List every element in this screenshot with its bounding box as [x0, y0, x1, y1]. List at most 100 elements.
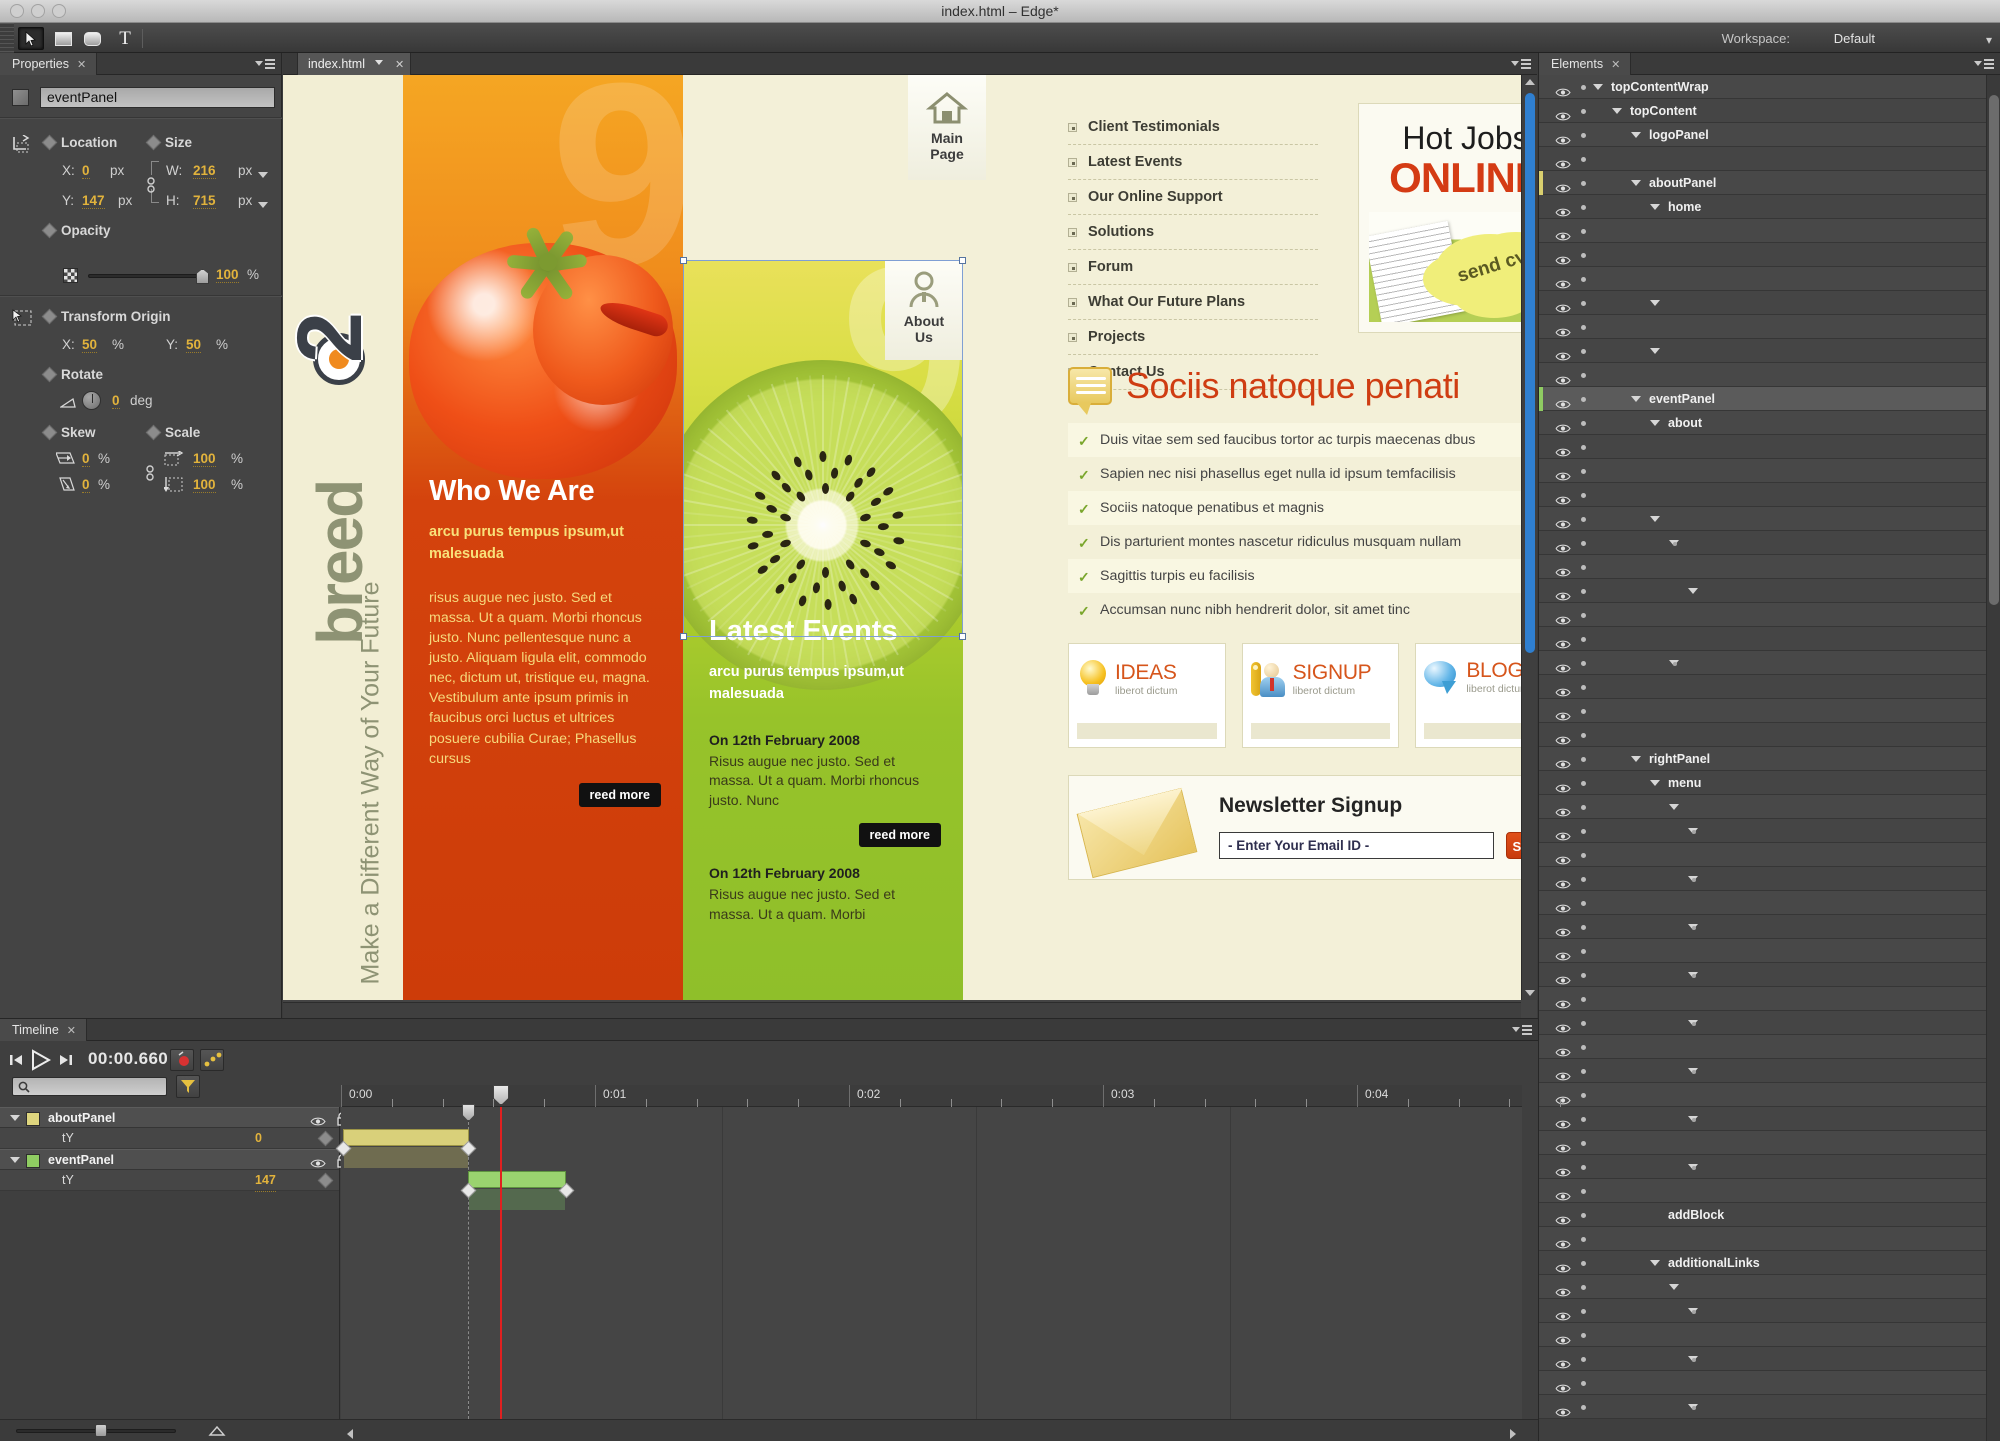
auto-keyframe-button[interactable]: [170, 1049, 194, 1071]
element-row[interactable]: [1539, 1323, 2000, 1347]
element-state-dot[interactable]: [1581, 1405, 1586, 1410]
visibility-eye-icon[interactable]: [1555, 1090, 1571, 1105]
visibility-eye-icon[interactable]: [1555, 658, 1571, 673]
element-state-dot[interactable]: [1581, 325, 1586, 330]
skew-x-value[interactable]: 0: [82, 451, 90, 467]
newsletter-submit-button[interactable]: Submit: [1506, 832, 1521, 859]
visibility-eye-icon[interactable]: [1555, 730, 1571, 745]
opacity-slider-knob[interactable]: [196, 269, 209, 284]
element-row[interactable]: [1539, 1395, 2000, 1419]
visibility-eye-icon[interactable]: [1555, 778, 1571, 793]
element-row-home[interactable]: home: [1539, 195, 2000, 219]
about-us-button[interactable]: About Us: [885, 260, 963, 360]
twirl-arrow-icon[interactable]: [1650, 516, 1660, 522]
rectangle-tool[interactable]: [50, 27, 76, 50]
element-row[interactable]: [1539, 1275, 2000, 1299]
visibility-eye-icon[interactable]: [1555, 418, 1571, 433]
element-row-menu[interactable]: menu: [1539, 771, 2000, 795]
visibility-eye-icon[interactable]: [1555, 922, 1571, 937]
chevron-down-icon[interactable]: [374, 60, 383, 65]
visibility-eye-icon[interactable]: [1555, 514, 1571, 529]
element-state-dot[interactable]: [1581, 853, 1586, 858]
element-row[interactable]: [1539, 891, 2000, 915]
opacity-value[interactable]: 100: [216, 267, 239, 283]
zoom-fit-icon[interactable]: [208, 1425, 226, 1440]
element-state-dot[interactable]: [1581, 1069, 1586, 1074]
twirl-arrow-icon[interactable]: [1631, 132, 1641, 138]
scale-link-icon[interactable]: [145, 463, 156, 485]
visibility-eye-icon[interactable]: [1555, 802, 1571, 817]
nav-menu-item[interactable]: Our Online Support: [1068, 180, 1318, 215]
visibility-eye-icon[interactable]: [1555, 1042, 1571, 1057]
visibility-eye-icon[interactable]: [1555, 490, 1571, 505]
twirl-arrow-icon[interactable]: [1669, 804, 1679, 810]
selection-tool[interactable]: [18, 27, 44, 50]
visibility-eye-icon[interactable]: [1555, 634, 1571, 649]
element-row[interactable]: [1539, 675, 2000, 699]
event-panel[interactable]: 9 About Us Latest Events arcu purus temp…: [683, 260, 963, 1000]
element-row[interactable]: [1539, 1011, 2000, 1035]
nav-menu-link[interactable]: Forum: [1088, 259, 1133, 275]
element-row[interactable]: [1539, 291, 2000, 315]
h-value[interactable]: 715: [193, 193, 216, 209]
w-value[interactable]: 216: [193, 163, 216, 179]
element-state-dot[interactable]: [1581, 1357, 1586, 1362]
visibility-eye-icon[interactable]: [1555, 82, 1571, 97]
newsletter-email-input[interactable]: - Enter Your Email ID -: [1219, 832, 1494, 859]
visibility-eye-icon[interactable]: [1555, 1306, 1571, 1321]
visibility-eye-icon[interactable]: [1555, 1018, 1571, 1033]
location-keyframe-diamond[interactable]: [41, 134, 58, 151]
element-row[interactable]: [1539, 627, 2000, 651]
element-row[interactable]: [1539, 219, 2000, 243]
stage-panel-menu-icon[interactable]: [1511, 57, 1531, 71]
visibility-eye-icon[interactable]: [1555, 850, 1571, 865]
element-state-dot[interactable]: [1581, 589, 1586, 594]
twirl-arrow-icon[interactable]: [10, 1157, 20, 1163]
element-row[interactable]: [1539, 1371, 2000, 1395]
element-row[interactable]: [1539, 1131, 2000, 1155]
visibility-eye-icon[interactable]: [1555, 898, 1571, 913]
twirl-arrow-icon[interactable]: [1612, 108, 1622, 114]
x-value[interactable]: 0: [82, 163, 90, 179]
element-state-dot[interactable]: [1581, 1381, 1586, 1386]
element-state-dot[interactable]: [1581, 1141, 1586, 1146]
promo-box[interactable]: SIGNUP liberot dictum: [1241, 643, 1400, 748]
close-icon[interactable]: ✕: [77, 59, 86, 71]
element-state-dot[interactable]: [1581, 1309, 1586, 1314]
element-state-dot[interactable]: [1581, 1285, 1586, 1290]
size-keyframe-diamond[interactable]: [145, 134, 162, 151]
y-value[interactable]: 147: [82, 193, 105, 209]
element-row[interactable]: [1539, 603, 2000, 627]
element-row[interactable]: [1539, 1035, 2000, 1059]
element-row-aboutPanel[interactable]: aboutPanel: [1539, 171, 2000, 195]
element-row[interactable]: [1539, 1155, 2000, 1179]
playhead[interactable]: [493, 1085, 509, 1419]
element-state-dot[interactable]: [1581, 517, 1586, 522]
element-row[interactable]: [1539, 939, 2000, 963]
visibility-eye-icon[interactable]: [1555, 274, 1571, 289]
element-state-dot[interactable]: [1581, 85, 1586, 90]
element-row[interactable]: [1539, 363, 2000, 387]
element-state-dot[interactable]: [1581, 1045, 1586, 1050]
element-state-dot[interactable]: [1581, 637, 1586, 642]
element-state-dot[interactable]: [1581, 685, 1586, 690]
element-row[interactable]: [1539, 651, 2000, 675]
workspace-value[interactable]: Default: [1834, 31, 1875, 46]
element-row-topContent[interactable]: topContent: [1539, 99, 2000, 123]
visibility-eye-icon[interactable]: [1555, 994, 1571, 1009]
twirl-arrow-icon[interactable]: [1631, 756, 1641, 762]
elements-scrollbar[interactable]: [1986, 75, 2000, 1441]
event-panel-animation-bar[interactable]: [468, 1171, 566, 1210]
stage-vertical-scrollbar[interactable]: [1521, 75, 1537, 1000]
twirl-arrow-icon[interactable]: [1593, 84, 1603, 90]
element-row[interactable]: [1539, 723, 2000, 747]
rotate-dial[interactable]: [82, 391, 101, 410]
tab-timeline[interactable]: Timeline ✕: [0, 1019, 87, 1041]
visibility-eye-icon[interactable]: [1555, 370, 1571, 385]
close-icon[interactable]: ✕: [395, 59, 404, 71]
element-state-dot[interactable]: [1581, 949, 1586, 954]
element-state-dot[interactable]: [1581, 925, 1586, 930]
scrollbar-thumb[interactable]: [1525, 93, 1535, 653]
element-state-dot[interactable]: [1581, 613, 1586, 618]
element-state-dot[interactable]: [1581, 253, 1586, 258]
